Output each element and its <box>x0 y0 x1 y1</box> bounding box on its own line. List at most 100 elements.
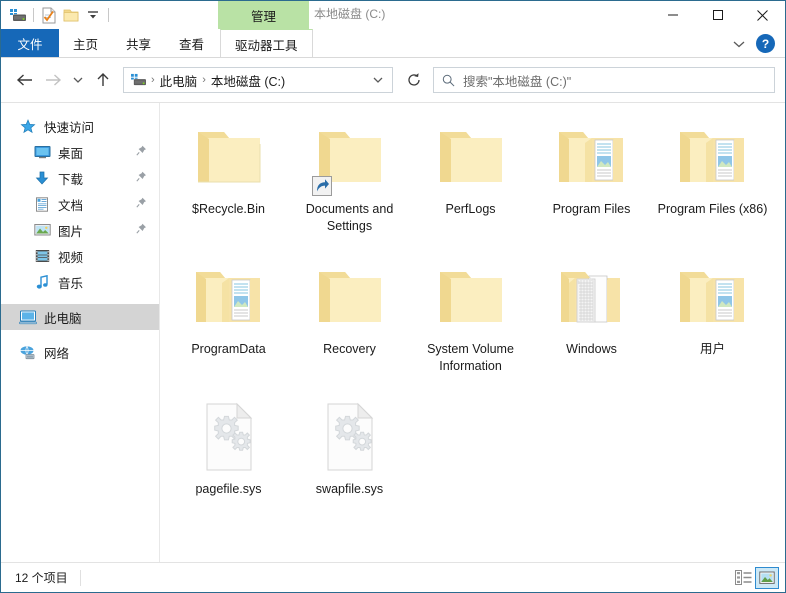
folder-plain-icon <box>310 257 390 337</box>
sidebar-item-label: 桌面 <box>58 146 84 161</box>
network-icon <box>19 344 37 360</box>
help-button[interactable]: ? <box>756 34 775 53</box>
search-input[interactable]: 搜索"本地磁盘 (C:)" <box>433 67 775 93</box>
breadcrumb-separator-0[interactable]: › <box>149 74 157 86</box>
system-file-icon <box>310 397 390 477</box>
tab-file[interactable]: 文件 <box>1 29 59 58</box>
file-item-label: swapfile.sys <box>315 482 384 496</box>
file-item[interactable]: Windows <box>531 251 652 391</box>
customize-chevron-icon[interactable] <box>82 4 104 26</box>
file-item[interactable]: Recovery <box>289 251 410 391</box>
ribbon-right-controls: ? <box>728 29 781 58</box>
window-body: 快速访问 桌面 下载 文档 图片 视频 音乐 此电脑 网络 $Recycle.B… <box>1 102 785 562</box>
search-icon <box>442 74 455 87</box>
sidebar-item-label: 文档 <box>58 198 84 213</box>
file-item[interactable]: swapfile.sys <box>289 391 410 531</box>
breadcrumb-separator-1[interactable]: › <box>200 74 208 86</box>
folder-full-icon <box>552 117 632 197</box>
address-bar: › 此电脑 › 本地磁盘 (C:) 搜索"本地磁盘 (C:)" <box>1 58 785 102</box>
forward-button[interactable] <box>39 66 67 94</box>
sidebar-item-quick-access[interactable]: 快速访问 <box>1 113 159 139</box>
sidebar-item-music[interactable]: 音乐 <box>1 269 159 295</box>
status-bar: 12 个项目 <box>1 562 785 592</box>
sidebar-item-label: 音乐 <box>58 276 84 291</box>
pin-icon[interactable] <box>136 145 147 159</box>
folder-papers-icon <box>552 257 632 337</box>
breadcrumb-item-this-pc[interactable]: 此电脑 <box>157 71 201 90</box>
chevron-down-icon[interactable] <box>728 33 750 55</box>
file-item[interactable]: ProgramData <box>168 251 289 391</box>
file-item[interactable]: System Volume Information <box>410 251 531 391</box>
sidebar-item-pictures[interactable]: 图片 <box>1 217 159 243</box>
breadcrumb-item-local-disk[interactable]: 本地磁盘 (C:) <box>208 71 288 90</box>
details-view-button[interactable] <box>731 567 755 589</box>
chevron-down-icon[interactable] <box>368 75 388 85</box>
file-item[interactable]: pagefile.sys <box>168 391 289 531</box>
sidebar-item-label: 此电脑 <box>44 311 82 326</box>
file-item[interactable]: $Recycle.Bin <box>168 111 289 251</box>
properties-icon[interactable] <box>38 4 60 26</box>
folder-full-icon <box>673 117 753 197</box>
sidebar-item-desktop[interactable]: 桌面 <box>1 139 159 165</box>
sidebar-item-videos[interactable]: 视频 <box>1 243 159 269</box>
sidebar-group-gap-1 <box>1 295 159 304</box>
file-item-label: Program Files (x86) <box>657 202 768 216</box>
back-button[interactable] <box>11 66 39 94</box>
download-icon <box>33 170 51 186</box>
up-button[interactable] <box>89 66 117 94</box>
tab-strip-filler <box>313 29 785 58</box>
contextual-tab-header: 管理 <box>218 1 309 29</box>
sidebar-item-label: 网络 <box>44 346 70 361</box>
toolbar-separator-2 <box>108 8 109 22</box>
item-count-label: 12 个项目 <box>15 571 68 585</box>
toolbar-separator-1 <box>33 8 34 22</box>
maximize-button[interactable] <box>695 1 740 29</box>
status-separator <box>79 569 81 586</box>
file-item-label: 用户 <box>699 342 725 356</box>
drive-icon[interactable] <box>7 4 29 26</box>
desktop-icon <box>33 144 51 160</box>
sidebar-item-network[interactable]: 网络 <box>1 339 159 365</box>
recent-locations-button[interactable] <box>67 66 89 94</box>
file-item[interactable]: Program Files <box>531 111 652 251</box>
file-item[interactable]: Documents and Settings <box>289 111 410 251</box>
large-icons-view-button[interactable] <box>755 566 779 589</box>
ribbon-tab-strip: 文件 主页 共享 查看 驱动器工具 ? <box>1 29 785 58</box>
pin-icon[interactable] <box>136 171 147 185</box>
file-item-label: $Recycle.Bin <box>192 202 265 216</box>
new-folder-icon[interactable] <box>60 4 82 26</box>
documents-icon <box>33 196 51 212</box>
music-icon <box>33 274 51 290</box>
sidebar-item-downloads[interactable]: 下载 <box>1 165 159 191</box>
pin-icon[interactable] <box>136 197 147 211</box>
folder-plain-icon <box>431 117 511 197</box>
window-title: 本地磁盘 (C:) <box>314 7 386 21</box>
videos-icon <box>33 248 51 264</box>
minimize-button[interactable] <box>650 1 695 29</box>
close-button[interactable] <box>740 1 785 29</box>
file-item-label: Recovery <box>323 342 376 356</box>
sidebar-item-this-pc[interactable]: 此电脑 <box>1 304 159 330</box>
file-item[interactable]: Program Files (x86) <box>652 111 773 251</box>
folder-plain-icon <box>431 257 511 337</box>
tab-home[interactable]: 主页 <box>59 29 112 58</box>
this-pc-icon <box>19 309 37 325</box>
tab-drive-tools[interactable]: 驱动器工具 <box>220 29 313 58</box>
tab-share[interactable]: 共享 <box>112 29 165 58</box>
sidebar-item-label: 视频 <box>58 250 84 265</box>
window-caption-buttons <box>650 1 785 29</box>
tab-view[interactable]: 查看 <box>165 29 218 58</box>
navigation-pane: 快速访问 桌面 下载 文档 图片 视频 音乐 此电脑 网络 <box>1 103 160 562</box>
quick-access-toolbar <box>1 1 113 29</box>
title-bar: 管理 本地磁盘 (C:) <box>1 1 785 29</box>
file-list-view[interactable]: $Recycle.Bin Documents and Settings Perf… <box>160 103 785 562</box>
pin-icon[interactable] <box>136 223 147 237</box>
sidebar-item-label: 图片 <box>58 224 84 239</box>
star-icon <box>19 118 37 134</box>
breadcrumb[interactable]: › 此电脑 › 本地磁盘 (C:) <box>123 67 393 93</box>
file-item[interactable]: PerfLogs <box>410 111 531 251</box>
folder-plain-icon <box>189 117 269 197</box>
sidebar-item-documents[interactable]: 文档 <box>1 191 159 217</box>
file-item[interactable]: 用户 <box>652 251 773 391</box>
refresh-button[interactable] <box>401 67 427 93</box>
